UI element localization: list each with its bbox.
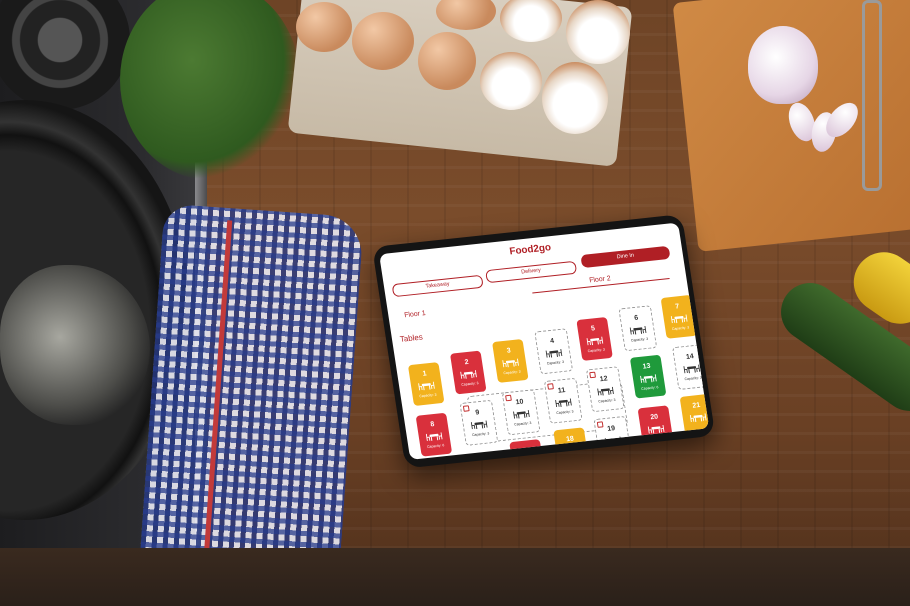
table-number: 3	[506, 347, 512, 355]
table-card-10[interactable]: 10 Capacity: 3	[501, 389, 541, 436]
table-number: 21	[692, 401, 701, 410]
table-number: 14	[685, 353, 695, 361]
table-number: 7	[674, 303, 680, 311]
table-capacity: Capacity: 6	[640, 385, 659, 391]
table-number: 4	[549, 337, 555, 346]
table-chairs-icon	[501, 357, 519, 369]
egg	[296, 2, 352, 52]
table-card-13[interactable]: 13 Capacity: 6	[629, 354, 667, 399]
dine-in-button[interactable]: Dine In	[580, 245, 671, 269]
egg	[352, 12, 414, 70]
table-card-2[interactable]: 2 Capacity: 3	[449, 350, 487, 395]
table-capacity: Capacity: 3	[684, 375, 703, 382]
table-capacity: Capacity: 3	[630, 336, 649, 343]
vegetable-peeler	[862, 0, 882, 191]
table-number: 6	[633, 314, 639, 323]
table-capacity: Capacity: 3	[503, 369, 521, 376]
table-card-5[interactable]: 5 Capacity: 3	[576, 316, 613, 361]
table-card-8[interactable]: 8 Capacity: 6	[415, 412, 453, 457]
table-chairs-icon	[554, 396, 572, 408]
table-capacity: Capacity: 3	[671, 325, 690, 332]
table-chairs-icon	[425, 430, 443, 442]
table-card-4[interactable]: 4 Capacity: 3	[534, 328, 574, 375]
table-number: 2	[464, 358, 470, 367]
table-card-1[interactable]: 1 Capacity: 3	[407, 362, 445, 406]
counter-edge	[0, 548, 910, 606]
egg	[418, 32, 476, 90]
table-chairs-icon	[689, 411, 707, 423]
table-capacity: Capacity: 3	[587, 347, 606, 354]
table-capacity: Capacity: 3	[546, 359, 565, 366]
table-number: 20	[649, 413, 659, 422]
table-chairs-icon	[586, 335, 604, 347]
garlic-bulb	[748, 26, 818, 104]
table-chairs-icon	[470, 418, 488, 430]
kitchen-towel	[135, 203, 365, 606]
tablet-screen: Food2go Takeaway Delivery Dine In Floor …	[379, 222, 710, 460]
table-card-11[interactable]: 11 Capacity: 3	[543, 377, 583, 424]
eggshell	[480, 52, 542, 110]
select-checkbox[interactable]	[470, 455, 478, 460]
table-card-21[interactable]: 21	[679, 393, 710, 438]
tables-heading: Tables	[399, 332, 424, 344]
floor-1-tab[interactable]: Floor 1	[404, 310, 426, 319]
table-chairs-icon	[639, 372, 657, 384]
table-capacity: Capacity: 3	[556, 409, 574, 416]
table-chairs-icon	[459, 368, 477, 380]
eggshell	[566, 0, 630, 64]
table-capacity: Capacity: 3	[513, 420, 532, 427]
table-chairs-icon	[417, 380, 435, 392]
table-number: 8	[429, 421, 435, 429]
table-number: 5	[590, 325, 596, 333]
table-capacity	[684, 424, 709, 427]
table-card-7[interactable]: 7 Capacity: 3	[660, 294, 698, 339]
table-card-6[interactable]: 6 Capacity: 3	[618, 305, 658, 352]
table-chairs-icon	[647, 423, 665, 435]
table-chairs-icon	[604, 435, 622, 447]
table-chairs-icon	[512, 408, 530, 420]
table-chairs-icon	[596, 385, 614, 397]
table-number: 1	[422, 370, 428, 378]
table-chairs-icon	[545, 347, 563, 359]
table-capacity: Capacity: 3	[461, 381, 479, 387]
tablet-device: Food2go Takeaway Delivery Dine In Floor …	[372, 214, 716, 469]
table-chairs-icon	[683, 363, 701, 375]
table-capacity: Capacity: 3	[471, 431, 490, 438]
takeaway-button[interactable]: Takeaway	[391, 274, 484, 298]
table-capacity: Capacity: 3	[419, 392, 437, 399]
eggshell	[542, 62, 608, 134]
table-chairs-icon	[670, 312, 688, 324]
table-capacity	[642, 435, 672, 438]
table-capacity: Capacity: 3	[598, 397, 616, 404]
table-number: 18	[565, 435, 575, 444]
table-card-3[interactable]: 3 Capacity: 3	[492, 339, 529, 383]
table-card-12[interactable]: 12 Capacity: 3	[585, 366, 625, 413]
table-card-9[interactable]: 9 Capacity: 3	[459, 399, 499, 446]
table-number: 13	[642, 362, 651, 371]
table-chairs-icon	[629, 324, 647, 336]
table-capacity: Capacity: 6	[426, 443, 445, 449]
